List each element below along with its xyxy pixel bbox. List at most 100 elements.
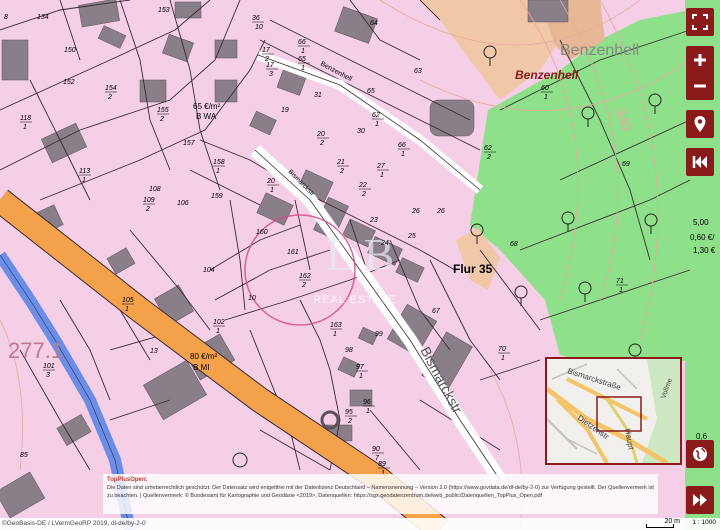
attribution-text: Die Daten sind urheberrechtlich geschütz… bbox=[107, 485, 654, 499]
parcel-number: 161 bbox=[287, 249, 299, 256]
parcel-number: 153 bbox=[158, 7, 170, 14]
parcel-denominator: 2 bbox=[339, 168, 344, 175]
parcel-denominator: 2 bbox=[107, 94, 112, 101]
attribution-title: TopPlusOpen: bbox=[107, 477, 148, 483]
map-pin-icon bbox=[694, 116, 706, 132]
parcel-number: 66 bbox=[398, 142, 406, 149]
parcel-number: 62 bbox=[372, 112, 380, 119]
parcel-number: 159 bbox=[211, 193, 223, 200]
parcel-number: 155 bbox=[157, 107, 169, 114]
parcel-number: 10 bbox=[248, 295, 256, 302]
parcel-number: 21 bbox=[336, 159, 345, 166]
fullscreen-icon bbox=[692, 14, 708, 30]
parcel-number: 154 bbox=[105, 85, 117, 92]
parcel-denominator: 1 bbox=[301, 48, 305, 55]
attribution-panel: TopPlusOpen: Die Daten sind urheberrecht… bbox=[103, 474, 658, 514]
place-label-benzenhell: Benzenhell bbox=[515, 68, 579, 82]
parcel-number: 98 bbox=[345, 347, 353, 354]
location-button[interactable] bbox=[686, 110, 714, 138]
parcel-number: 96 bbox=[363, 399, 371, 406]
parcel-number: 152 bbox=[63, 79, 75, 86]
parcel-denominator: 2 bbox=[361, 191, 366, 198]
parcel-denominator: 1 bbox=[501, 355, 505, 362]
parcel-denominator: 1 bbox=[401, 151, 405, 158]
parcel-number: 31 bbox=[314, 92, 322, 99]
parcel-number: 118 bbox=[20, 115, 31, 122]
parcel-number: 65 bbox=[298, 56, 306, 63]
parcel-denominator: 1 bbox=[216, 168, 220, 175]
parcel-denominator: 10 bbox=[255, 24, 263, 31]
parcel-denominator: 1 bbox=[375, 121, 379, 128]
parcel-number: 89 bbox=[378, 461, 386, 468]
parcel-denominator: 1 bbox=[23, 124, 27, 131]
parcel-number: 23 bbox=[369, 217, 378, 224]
parcel-number: 158 bbox=[213, 159, 225, 166]
parcel-number: 150 bbox=[64, 47, 76, 54]
overview-minimap[interactable]: Bismarckstraße Dietzenstr Haupt Vollme bbox=[545, 357, 682, 465]
fast-forward-icon bbox=[693, 494, 707, 506]
plus-icon bbox=[694, 54, 706, 66]
parcel-number: 63 bbox=[414, 68, 422, 75]
flur-label: Flur 35 bbox=[453, 262, 493, 276]
parcel-number: 104 bbox=[203, 267, 215, 274]
scale-ratio: 1 : 1000 bbox=[692, 519, 717, 526]
parcel-number: 102 bbox=[213, 319, 225, 326]
parcel-denominator: 2 bbox=[347, 418, 352, 425]
parcel-number: 60 bbox=[541, 85, 549, 92]
first-button[interactable] bbox=[686, 148, 714, 176]
parcel-number: 20 bbox=[266, 178, 275, 185]
parcel-number: 22 bbox=[358, 182, 367, 189]
parcel-number: 62 bbox=[484, 145, 492, 152]
parcel-number: 109 bbox=[143, 197, 155, 204]
parcel-denominator: 3 bbox=[46, 372, 50, 379]
land-value-zone-2: B MI bbox=[193, 363, 209, 372]
parcel-number: 13 bbox=[150, 348, 158, 355]
parcel-number: 163 bbox=[330, 322, 342, 329]
parcel-number: 26 bbox=[436, 208, 445, 215]
next-button[interactable] bbox=[686, 486, 714, 514]
parcel-number: 108 bbox=[149, 186, 161, 193]
parcel-number: 70 bbox=[498, 346, 506, 353]
globe-icon bbox=[693, 447, 707, 461]
skip-back-icon bbox=[692, 156, 707, 168]
parcel-denominator: 2 bbox=[264, 56, 269, 63]
edge-value-3: 1,30 € bbox=[693, 246, 716, 255]
parcel-denominator: 1 bbox=[544, 94, 548, 101]
height-label-277: 277.1 bbox=[8, 338, 63, 363]
parcel-number: 17 bbox=[266, 62, 275, 69]
watermark-initials: L B bbox=[326, 229, 395, 280]
parcel-number: 101 bbox=[43, 363, 55, 370]
parcel-number: 106 bbox=[177, 200, 189, 207]
parcel-number: 30 bbox=[357, 128, 365, 135]
parcel-number: 134 bbox=[37, 14, 49, 21]
bottom-bar: ©GeoBasis-DE / LVermGeoRP 2019, dl-de/by… bbox=[0, 518, 720, 530]
parcel-number: 99 bbox=[375, 331, 383, 338]
parcel-number: 85 bbox=[20, 452, 28, 459]
parcel-denominator: 1 bbox=[359, 373, 363, 380]
parcel-denominator: 2 bbox=[486, 154, 491, 161]
parcel-number: 66 bbox=[298, 39, 306, 46]
parcel-number: 157 bbox=[183, 140, 196, 147]
parcel-number: 17 bbox=[262, 47, 271, 54]
parcel-number: 24 bbox=[380, 240, 389, 247]
fullscreen-button[interactable] bbox=[686, 8, 714, 36]
parcel-denominator: 3 bbox=[269, 71, 273, 78]
globe-button[interactable] bbox=[686, 440, 714, 468]
parcel-denominator: 2 bbox=[301, 282, 306, 289]
land-value-zone-1: B WA bbox=[196, 112, 217, 121]
parcel-number: 160 bbox=[256, 229, 268, 236]
edge-value-1: 5,00 bbox=[693, 218, 709, 227]
parcel-number: 20 bbox=[316, 131, 325, 138]
parcel-number: 162 bbox=[299, 273, 311, 280]
parcel-number: 90 bbox=[372, 446, 380, 453]
parcel-denominator: 1 bbox=[366, 408, 370, 415]
parcel-number: 105 bbox=[122, 297, 134, 304]
parcel-number: 68 bbox=[510, 241, 518, 248]
parcel-number: 65 bbox=[367, 88, 375, 95]
edge-value-2: 0,60 €/ bbox=[690, 233, 715, 242]
watermark-text: REAL ESTATE bbox=[313, 294, 397, 306]
scale-bar bbox=[646, 524, 674, 528]
zoom-out-button[interactable] bbox=[686, 72, 714, 100]
parcel-denominator: 1 bbox=[301, 65, 305, 72]
zoom-in-button[interactable] bbox=[686, 46, 714, 74]
